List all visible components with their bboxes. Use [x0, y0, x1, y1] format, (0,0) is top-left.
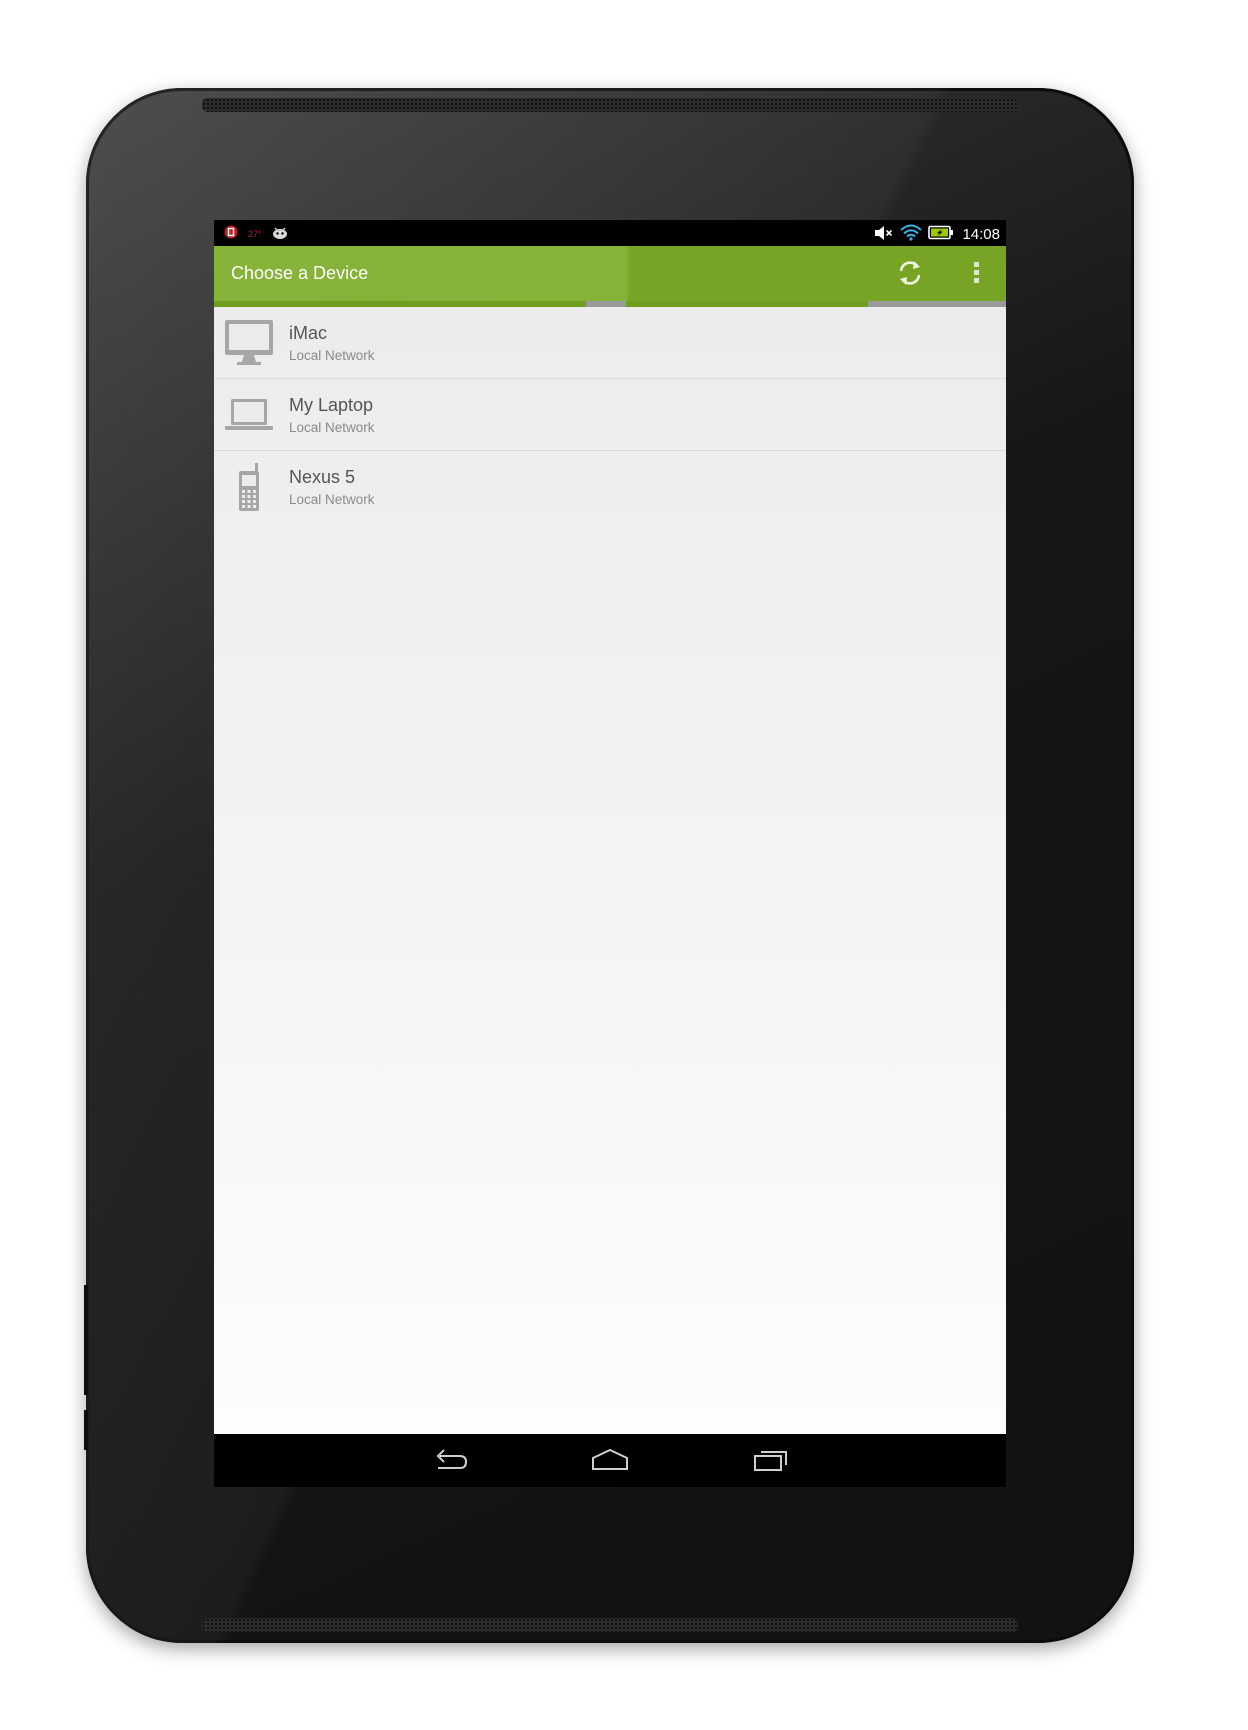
list-item-device[interactable]: Nexus 5 Local Network: [214, 451, 1006, 522]
battery-charging-icon: [928, 225, 954, 244]
device-name: Nexus 5: [289, 467, 356, 487]
page-title: Choose a Device: [231, 263, 369, 283]
refresh-button[interactable]: [895, 258, 925, 288]
desktop-icon: [225, 320, 273, 365]
top-speaker-grille: [202, 98, 1018, 112]
list-item-device[interactable]: My Laptop Local Network: [214, 379, 1006, 451]
power-button: [84, 1410, 88, 1450]
bottom-speaker-grille: [202, 1618, 1018, 1632]
page: 27° 14:08 Choose a Device iMac Local Net…: [0, 0, 1248, 1730]
refresh-icon: [899, 261, 921, 285]
action-bar: Choose a Device: [214, 246, 1006, 301]
overflow-menu-icon: [974, 278, 979, 283]
overflow-menu-icon: [974, 262, 979, 267]
temperature-icon: 27°: [248, 229, 262, 239]
device-name: iMac: [289, 323, 328, 343]
overflow-menu-icon: [974, 270, 979, 275]
device-network: Local Network: [289, 492, 375, 507]
recents-button[interactable]: [750, 1444, 790, 1476]
recents-icon: [754, 1451, 787, 1471]
screen: 27° 14:08 Choose a Device iMac Local Net…: [214, 220, 1006, 1487]
home-icon: [592, 1448, 628, 1470]
device-name: My Laptop: [289, 395, 374, 415]
back-button[interactable]: [430, 1444, 470, 1476]
volume-muted-icon: [874, 225, 894, 245]
system-status-area: 14:08: [874, 224, 1000, 245]
home-button[interactable]: [590, 1444, 630, 1476]
wifi-icon: [900, 224, 923, 245]
device-network: Local Network: [289, 420, 375, 435]
laptop-icon: [225, 399, 273, 430]
notification-area: 27°: [224, 225, 288, 243]
device-list: iMac Local Network My Laptop Local Netwo…: [214, 307, 1006, 1434]
android-icon: [272, 226, 288, 243]
overflow-menu-button[interactable]: [966, 258, 986, 288]
notification-led: [1181, 941, 1188, 948]
back-icon: [436, 1449, 468, 1469]
volume-button: [84, 1285, 88, 1395]
status-clock: 14:08: [962, 226, 1000, 243]
navigation-bar: [214, 1434, 1006, 1487]
status-bar: 27° 14:08: [214, 220, 1006, 246]
alarm-icon: [224, 225, 238, 243]
phone-icon: [239, 463, 259, 511]
list-item-device[interactable]: iMac Local Network: [214, 307, 1006, 379]
device-network: Local Network: [289, 348, 375, 363]
